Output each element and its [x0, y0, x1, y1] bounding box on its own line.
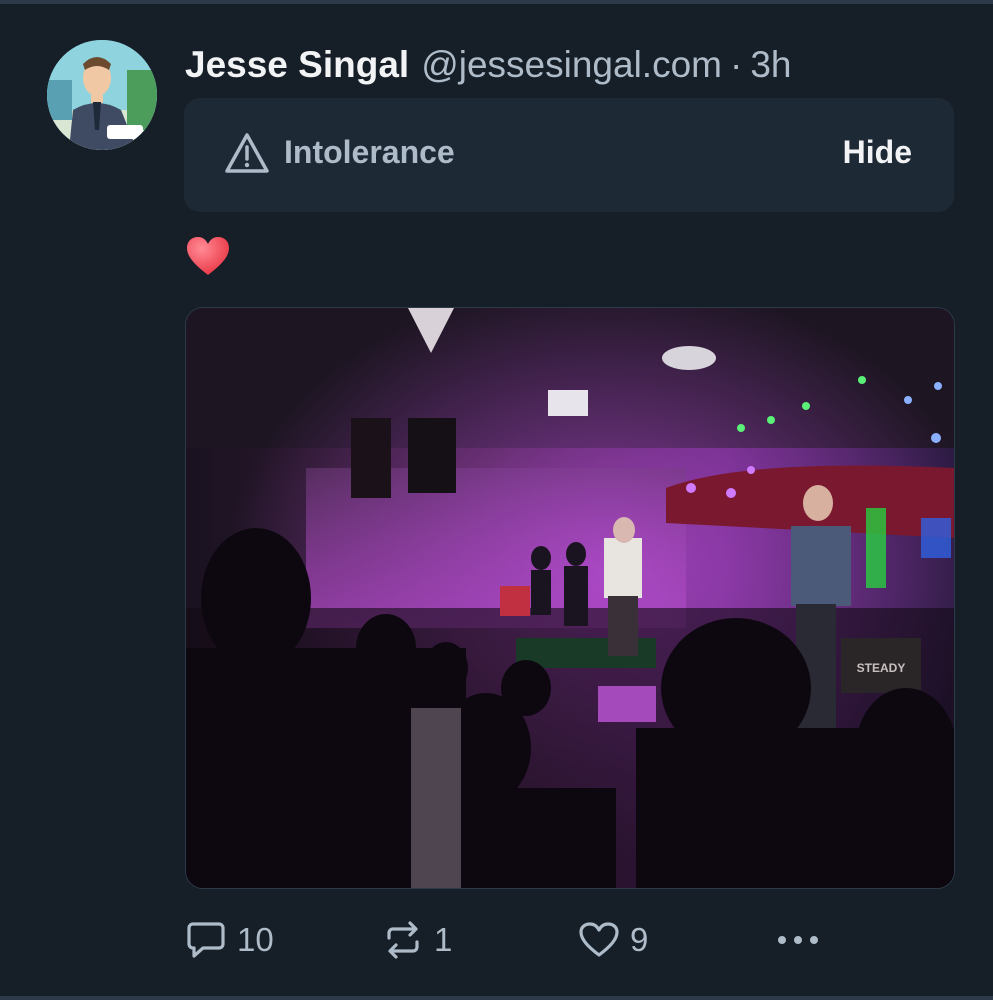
more-options-button[interactable]: [775, 915, 821, 965]
heart-emoji-icon: [185, 235, 231, 277]
reply-icon: [187, 922, 225, 958]
reply-button[interactable]: 10: [185, 915, 274, 965]
speaker-stencil-text: STEADY: [857, 661, 906, 675]
like-count: 9: [630, 921, 649, 958]
bottom-divider: [0, 996, 993, 1000]
repost-button[interactable]: 1: [382, 915, 452, 965]
separator-dot: ·: [729, 44, 743, 85]
hide-button[interactable]: Hide: [843, 134, 912, 171]
repost-icon: [387, 921, 419, 959]
content-warning-label: Intolerance: [284, 134, 455, 170]
reply-count: 10: [237, 921, 274, 958]
post-actions: 10 1 9: [185, 915, 865, 965]
heart-icon: [579, 922, 619, 957]
like-button[interactable]: 9: [578, 915, 648, 965]
author-handle[interactable]: @jessesingal.com: [421, 44, 722, 86]
post-timestamp[interactable]: 3h: [750, 44, 791, 86]
repost-count: 1: [434, 921, 453, 958]
top-divider: [0, 0, 993, 4]
avatar[interactable]: [47, 40, 157, 150]
ellipsis-icon: [778, 936, 818, 944]
warning-triangle-icon: [224, 132, 270, 174]
post-image[interactable]: STEADY: [185, 307, 955, 889]
post-header: Jesse Singal @jessesingal.com · 3h: [185, 44, 791, 90]
author-name[interactable]: Jesse Singal: [185, 44, 409, 86]
content-warning[interactable]: Intolerance Hide: [184, 98, 954, 212]
